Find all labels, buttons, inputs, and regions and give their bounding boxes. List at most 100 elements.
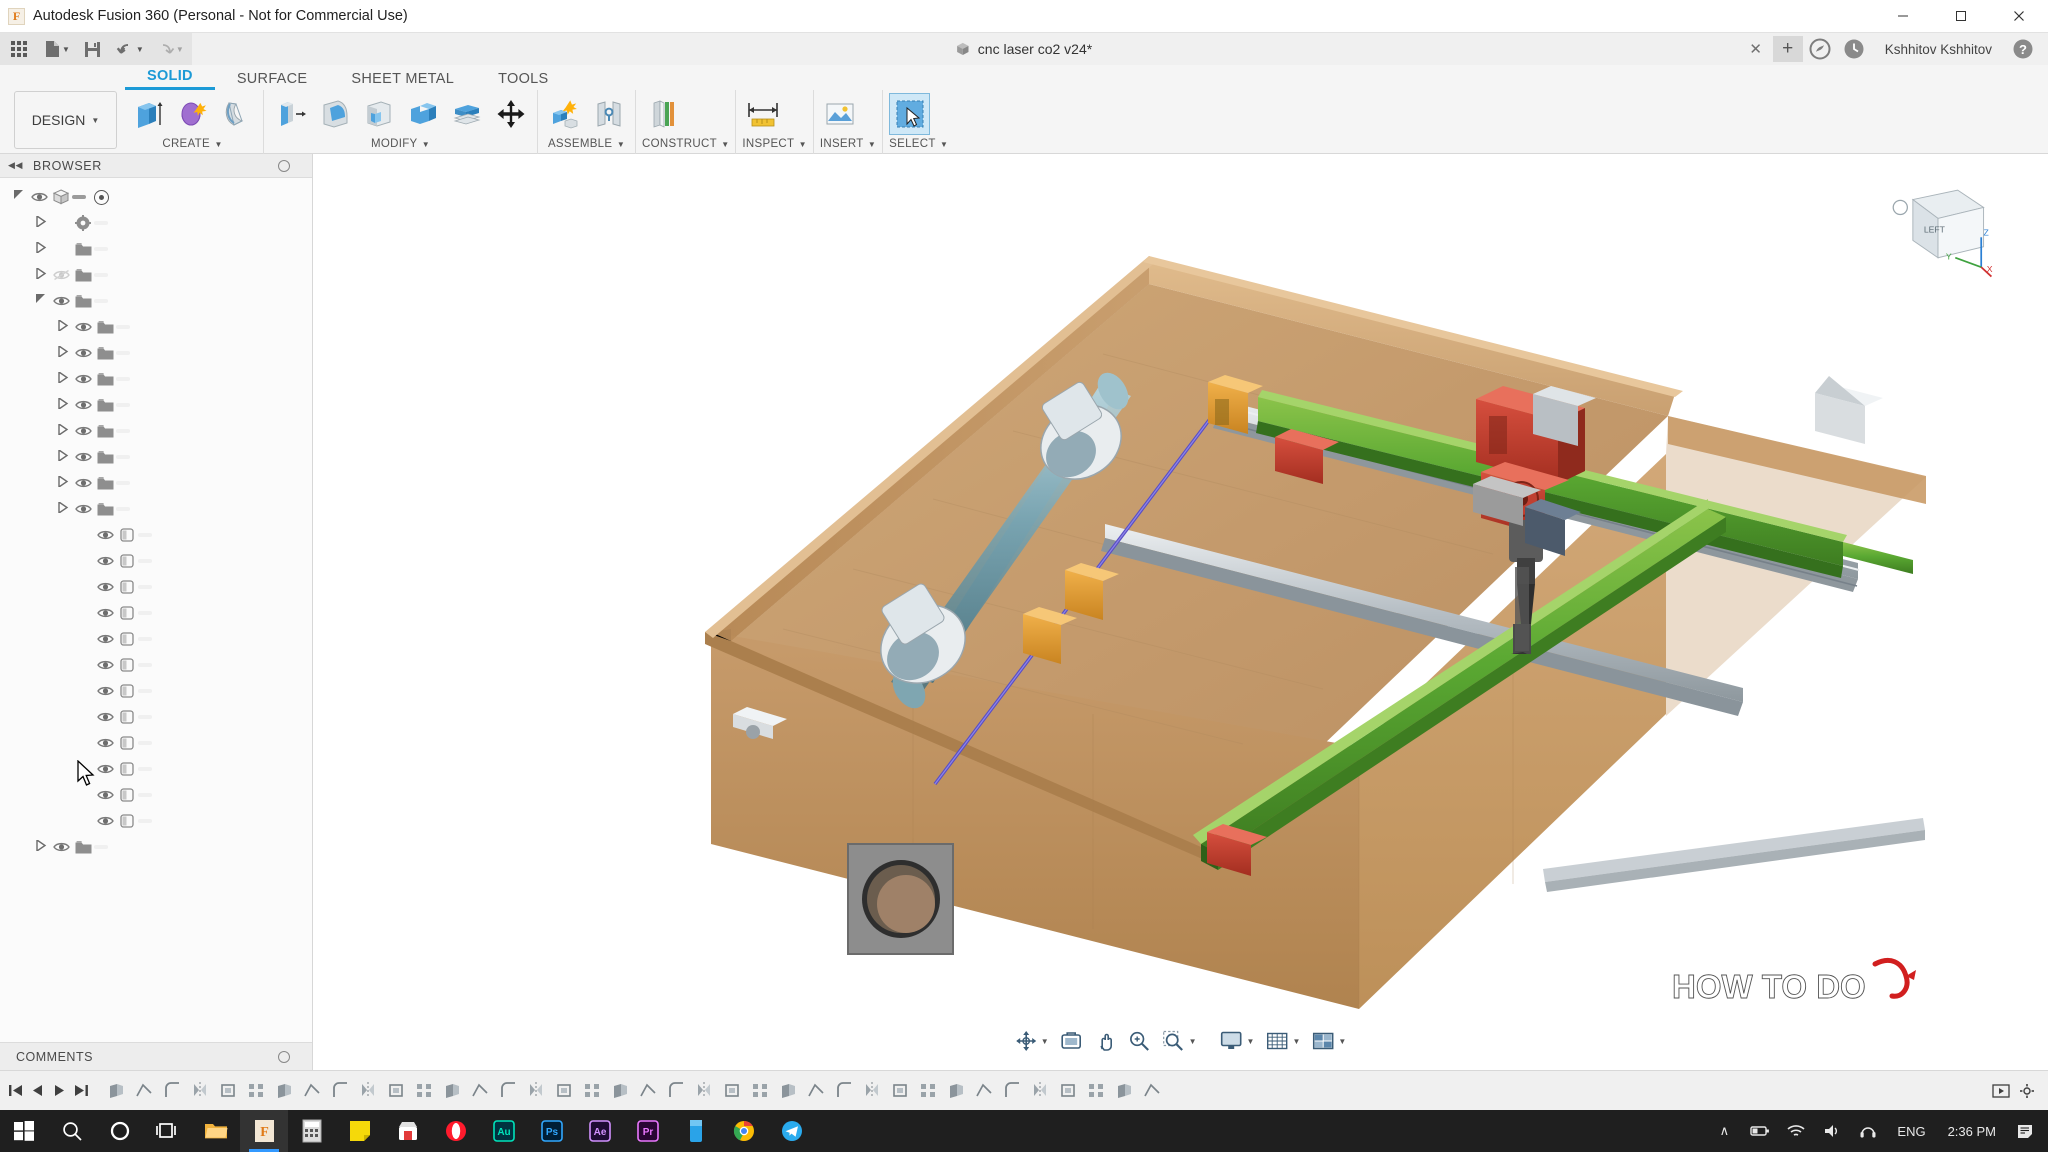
opera-icon[interactable] <box>432 1110 480 1152</box>
sticky-notes-icon[interactable] <box>336 1110 384 1152</box>
visibility-eye-icon[interactable] <box>94 711 116 723</box>
timeline-feature[interactable] <box>606 1077 634 1105</box>
visibility-eye-icon[interactable] <box>94 659 116 671</box>
tab-tools[interactable]: TOOLS <box>476 71 570 90</box>
search-icon[interactable] <box>48 1110 96 1152</box>
tree-item-117mm[interactable] <box>0 704 312 730</box>
timeline-playback-button[interactable] <box>1990 1078 2012 1104</box>
timeline-feature[interactable] <box>270 1077 298 1105</box>
cortana-icon[interactable] <box>96 1110 144 1152</box>
timeline-feature[interactable] <box>186 1077 214 1105</box>
tree-expander-open[interactable] <box>10 190 28 204</box>
timeline-feature[interactable] <box>298 1077 326 1105</box>
photoshop-icon[interactable]: Ps <box>528 1110 576 1152</box>
tree-expander-closed[interactable] <box>54 450 72 464</box>
data-panel-button[interactable] <box>6 36 32 62</box>
visibility-eye-icon[interactable] <box>72 373 94 385</box>
language-indicator[interactable]: ENG <box>1887 1124 1935 1139</box>
comments-pin-icon[interactable] <box>278 1051 290 1063</box>
tree-expander-closed[interactable] <box>54 372 72 386</box>
tree-item-sketches[interactable] <box>0 834 312 860</box>
timeline-feature[interactable] <box>942 1077 970 1105</box>
revolve-tool[interactable] <box>172 93 213 135</box>
minimize-button[interactable] <box>1874 0 1932 33</box>
telegram-icon[interactable] <box>768 1110 816 1152</box>
display-settings-button[interactable]: ▼ <box>1216 1027 1260 1055</box>
undo-button[interactable]: ▼ <box>114 36 146 62</box>
timeline-feature[interactable] <box>158 1077 186 1105</box>
timeline-feature[interactable] <box>214 1077 242 1105</box>
visibility-eye-icon[interactable] <box>94 789 116 801</box>
viewports-button[interactable]: ▼ <box>1307 1027 1351 1055</box>
help-icon[interactable]: ? <box>2006 33 2040 65</box>
tree-expander-closed[interactable] <box>54 320 72 334</box>
tab-solid[interactable]: SOLID <box>125 68 215 90</box>
shell-tool[interactable] <box>358 93 399 135</box>
timeline-feature[interactable] <box>326 1077 354 1105</box>
tab-sheet-metal[interactable]: SHEET METAL <box>329 71 476 90</box>
timeline-feature[interactable] <box>354 1077 382 1105</box>
tree-item-mechanics-4[interactable] <box>0 496 312 522</box>
tree-item-cnc-laser-co2-v24[interactable] <box>0 184 312 210</box>
chrome-icon[interactable] <box>720 1110 768 1152</box>
wifi-icon[interactable] <box>1779 1110 1813 1152</box>
timeline-feature[interactable] <box>634 1077 662 1105</box>
clock[interactable]: 2:36 PM <box>1938 1124 2006 1139</box>
fillet-tool[interactable] <box>314 93 355 135</box>
timeline-feature[interactable] <box>550 1077 578 1105</box>
timeline-feature[interactable] <box>410 1077 438 1105</box>
timeline-feature[interactable] <box>830 1077 858 1105</box>
panel-select-label[interactable]: SELECT ▼ <box>889 138 948 154</box>
start-button[interactable] <box>0 1110 48 1152</box>
visibility-eye-icon[interactable] <box>94 633 116 645</box>
timeline-feature[interactable] <box>522 1077 550 1105</box>
orbit-button[interactable]: ▼ <box>1010 1027 1054 1055</box>
calculator-icon[interactable] <box>288 1110 336 1152</box>
tray-chevron-icon[interactable]: ∧ <box>1707 1110 1741 1152</box>
volume-icon[interactable] <box>1815 1110 1849 1152</box>
fusion360-icon[interactable]: F <box>240 1110 288 1152</box>
new-component-tool[interactable] <box>544 93 585 135</box>
offset-face-tool[interactable] <box>446 93 487 135</box>
panel-insert-label[interactable]: INSERT ▼ <box>820 138 876 154</box>
task-view-icon[interactable] <box>144 1110 192 1152</box>
tree-item-mechanics-3d-print-17[interactable] <box>0 470 312 496</box>
timeline-settings-button[interactable] <box>2016 1078 2038 1104</box>
panel-inspect-label[interactable]: INSPECT ▼ <box>742 138 806 154</box>
tree-item-legs-4[interactable] <box>0 366 312 392</box>
tree-expander-closed[interactable] <box>32 268 50 282</box>
panel-assemble-label[interactable]: ASSEMBLE ▼ <box>544 138 629 154</box>
timeline-step-forward[interactable] <box>70 1078 92 1104</box>
maximize-button[interactable] <box>1932 0 1990 33</box>
tree-expander-closed[interactable] <box>54 502 72 516</box>
visibility-eye-icon[interactable] <box>72 477 94 489</box>
document-tab[interactable]: cnc laser co2 v24* <box>956 33 1092 65</box>
timeline-feature[interactable] <box>1082 1077 1110 1105</box>
combine-tool[interactable] <box>402 93 443 135</box>
grid-snaps-button[interactable]: ▼ <box>1261 1027 1305 1055</box>
visibility-eye-icon[interactable] <box>94 607 116 619</box>
activate-component-radio[interactable] <box>94 190 109 205</box>
timeline-feature[interactable] <box>746 1077 774 1105</box>
tree-item-nozzle-38-1mm[interactable] <box>0 782 312 808</box>
tree-item-power-suply-holder[interactable] <box>0 626 312 652</box>
timeline-feature[interactable] <box>1054 1077 1082 1105</box>
timeline-feature[interactable] <box>1110 1077 1138 1105</box>
tree-expander-closed[interactable] <box>32 216 50 230</box>
panel-modify-label[interactable]: MODIFY ▼ <box>270 138 531 154</box>
visibility-eye-icon[interactable] <box>28 191 50 203</box>
visibility-eye-icon[interactable] <box>94 763 116 775</box>
visibility-eye-icon[interactable] <box>72 347 94 359</box>
timeline-feature[interactable] <box>998 1077 1026 1105</box>
workspace-switcher[interactable]: DESIGN ▼ <box>14 91 117 149</box>
sweep-tool[interactable] <box>216 93 257 135</box>
tree-item-aluminu-profile-5[interactable] <box>0 314 312 340</box>
insert-mcmaster-tool[interactable] <box>820 93 861 135</box>
press-pull-tool[interactable] <box>270 93 311 135</box>
tree-item-bearings-3[interactable] <box>0 340 312 366</box>
tree-item-co2-tube[interactable] <box>0 522 312 548</box>
visibility-eye-icon[interactable] <box>72 399 94 411</box>
tree-item-nozzle-38-1mm-1[interactable] <box>0 808 312 834</box>
move-copy-tool[interactable] <box>490 93 531 135</box>
redo-button[interactable]: ▼ <box>154 36 186 62</box>
